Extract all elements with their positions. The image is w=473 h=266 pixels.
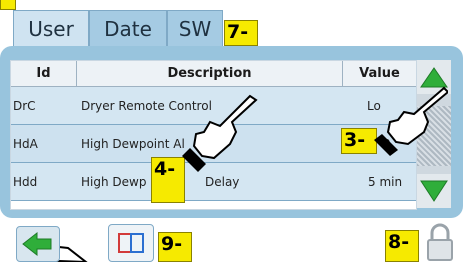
color-mode-button[interactable] xyxy=(108,224,154,262)
tab-sw-label: SW xyxy=(178,16,212,41)
column-header-value-text: Value xyxy=(359,66,400,81)
lock-icon xyxy=(427,223,453,261)
callout-row-text: 4- xyxy=(154,158,176,180)
column-header-id: Id xyxy=(11,61,77,87)
column-header-description: Description xyxy=(77,61,343,87)
back-button[interactable] xyxy=(16,226,60,262)
row-id: DrC xyxy=(13,98,36,113)
tab-date[interactable]: Date xyxy=(89,10,167,46)
tab-date-label: Date xyxy=(104,16,152,41)
column-header-description-text: Description xyxy=(167,66,252,81)
callout-color-button: 9- xyxy=(158,232,192,262)
callout-color-button-text: 9- xyxy=(161,233,183,255)
pointing-hand-icon xyxy=(374,86,448,156)
callout-lock-text: 8- xyxy=(388,231,410,253)
tab-user-label: User xyxy=(28,16,74,41)
scroll-down-button[interactable] xyxy=(417,174,451,208)
callout-tabs-text: 7- xyxy=(227,21,249,43)
callout-lock: 8- xyxy=(385,230,419,262)
lock-button[interactable] xyxy=(424,222,456,262)
callout-tabs: 7- xyxy=(224,20,258,46)
color-mode-icon xyxy=(118,233,144,253)
arrow-down-icon xyxy=(420,180,448,202)
column-header-id-text: Id xyxy=(36,66,51,81)
tab-sw[interactable]: SW xyxy=(167,10,223,46)
pointing-hand-icon xyxy=(182,94,258,172)
row-id: HdA xyxy=(13,136,38,151)
callout-fragment xyxy=(0,0,16,10)
row-value: 5 min xyxy=(368,174,403,189)
row-id: Hdd xyxy=(13,174,38,189)
back-arrow-icon xyxy=(22,231,52,257)
tab-user[interactable]: User xyxy=(13,10,89,46)
callout-scroll-text: 3- xyxy=(344,129,366,151)
